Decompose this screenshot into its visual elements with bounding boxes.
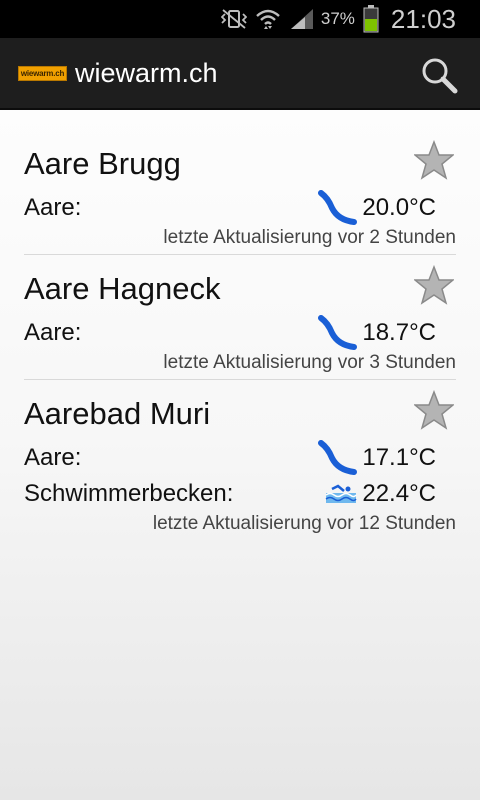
star-icon[interactable]	[414, 265, 454, 305]
location-list: Aare Brugg Aare: 20.0°C letzte Aktualisi…	[0, 110, 480, 540]
water-label: Aare:	[24, 319, 82, 346]
action-bar: wiewarm.ch wiewarm.ch	[0, 38, 480, 110]
temperature-value: 17.1°C	[362, 444, 436, 471]
app-logo-text: wiewarm.ch	[20, 68, 65, 78]
battery-icon	[363, 5, 379, 33]
river-icon	[318, 440, 358, 475]
signal-icon	[289, 7, 315, 31]
app-title: wiewarm.ch	[75, 57, 218, 88]
temperature-value: 18.7°C	[362, 319, 436, 346]
vibrate-icon	[220, 9, 247, 29]
temperature-row: Aare: 20.0°C	[24, 190, 456, 226]
battery-percent: 37%	[320, 9, 355, 28]
location-card[interactable]: Aare Brugg Aare: 20.0°C letzte Aktualisi…	[24, 110, 456, 255]
status-bar: 37% 21:03	[0, 0, 480, 38]
app-logo: wiewarm.ch	[18, 65, 67, 81]
river-icon	[318, 315, 358, 350]
temperature-value: 20.0°C	[362, 194, 436, 221]
temperature-row: Aare: 17.1°C	[24, 440, 456, 476]
location-card[interactable]: Aare Hagneck Aare: 18.7°C letzte Aktuali…	[24, 255, 456, 380]
star-icon[interactable]	[414, 390, 454, 430]
last-updated: letzte Aktualisierung vor 3 Stunden	[163, 352, 456, 373]
pool-icon	[325, 484, 357, 503]
location-name: Aare Brugg	[24, 146, 181, 181]
last-updated: letzte Aktualisierung vor 2 Stunden	[163, 227, 456, 248]
location-name: Aarebad Muri	[24, 396, 211, 431]
water-label: Aare:	[24, 194, 82, 221]
location-card[interactable]: Aarebad Muri Aare: 17.1°C Schwimmerbecke…	[24, 380, 456, 540]
temperature-value: 22.4°C	[362, 480, 436, 507]
location-name: Aare Hagneck	[24, 271, 221, 306]
pool-label: Schwimmerbecken:	[24, 480, 234, 507]
star-icon[interactable]	[414, 140, 454, 180]
search-icon	[422, 58, 458, 94]
search-button[interactable]	[420, 56, 458, 94]
last-updated: letzte Aktualisierung vor 12 Stunden	[152, 513, 456, 534]
wifi-icon	[255, 7, 281, 31]
temperature-row: Schwimmerbecken: 22.4°C	[24, 476, 456, 512]
water-label: Aare:	[24, 444, 82, 471]
clock: 21:03	[390, 3, 456, 34]
temperature-row: Aare: 18.7°C	[24, 315, 456, 351]
river-icon	[318, 190, 358, 225]
